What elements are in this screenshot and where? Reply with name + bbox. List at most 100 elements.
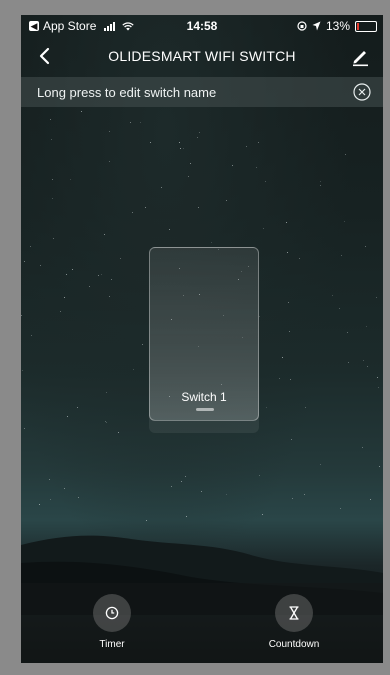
star bbox=[24, 427, 26, 429]
battery-icon bbox=[355, 20, 377, 32]
bottom-action-bar: Timer Countdown bbox=[21, 583, 383, 663]
star bbox=[286, 251, 288, 253]
chevron-left-icon[interactable] bbox=[35, 45, 57, 67]
star bbox=[179, 147, 181, 149]
countdown-icon-circle bbox=[275, 594, 313, 632]
star bbox=[304, 494, 306, 496]
star bbox=[64, 487, 66, 489]
star bbox=[264, 180, 266, 182]
star bbox=[185, 476, 187, 478]
star bbox=[180, 480, 182, 482]
star bbox=[141, 343, 143, 345]
star bbox=[130, 122, 132, 124]
star bbox=[362, 360, 364, 362]
star bbox=[161, 187, 163, 189]
switch-1-toggle[interactable]: Switch 1 bbox=[149, 247, 259, 421]
star bbox=[101, 273, 103, 275]
star bbox=[347, 361, 349, 363]
star bbox=[111, 278, 113, 280]
star bbox=[171, 485, 173, 487]
star bbox=[108, 131, 110, 133]
star bbox=[50, 138, 52, 140]
status-bar: ◀ App Store 14:58 13% bbox=[21, 15, 383, 37]
star bbox=[340, 508, 342, 510]
star bbox=[103, 234, 105, 236]
star bbox=[288, 331, 290, 333]
star bbox=[319, 184, 321, 186]
star bbox=[210, 242, 212, 244]
clock-icon bbox=[105, 606, 119, 620]
star bbox=[364, 246, 366, 248]
location-arrow-icon bbox=[312, 21, 321, 31]
star bbox=[377, 376, 379, 378]
star bbox=[379, 466, 381, 468]
star bbox=[52, 238, 54, 240]
star bbox=[145, 207, 147, 209]
star bbox=[377, 386, 379, 388]
star bbox=[81, 111, 83, 113]
star bbox=[347, 331, 349, 333]
star bbox=[290, 378, 292, 380]
battery-percent: 13% bbox=[325, 19, 350, 33]
star bbox=[23, 261, 25, 263]
star bbox=[118, 431, 120, 433]
countdown-label: Countdown bbox=[268, 639, 320, 650]
star bbox=[78, 496, 80, 498]
battery-fill bbox=[357, 22, 359, 30]
star bbox=[279, 378, 281, 380]
star bbox=[39, 264, 41, 266]
hint-banner: Long press to edit switch name bbox=[21, 77, 383, 107]
star bbox=[367, 365, 369, 367]
star bbox=[189, 162, 191, 164]
page-title: OLIDESMART WIFI SWITCH bbox=[108, 48, 296, 64]
star bbox=[89, 286, 91, 288]
star bbox=[226, 493, 228, 495]
star bbox=[49, 499, 51, 501]
star bbox=[292, 498, 294, 500]
star bbox=[98, 275, 100, 277]
star bbox=[266, 407, 268, 409]
star bbox=[287, 301, 289, 303]
close-circle-icon[interactable] bbox=[353, 83, 371, 101]
star bbox=[29, 245, 31, 247]
star bbox=[343, 221, 345, 223]
app-screen: ◀ App Store 14:58 13% OLIDESMART WIFI SW… bbox=[21, 15, 383, 663]
star bbox=[106, 422, 108, 424]
star bbox=[198, 206, 200, 208]
timer-icon-circle bbox=[93, 594, 131, 632]
star bbox=[245, 146, 247, 148]
star bbox=[31, 335, 33, 337]
star bbox=[299, 257, 301, 259]
star bbox=[120, 258, 122, 260]
star bbox=[340, 254, 342, 256]
timer-button[interactable]: Timer bbox=[67, 594, 157, 650]
star bbox=[332, 295, 333, 297]
status-bar-right: 13% bbox=[297, 19, 377, 33]
star bbox=[51, 178, 53, 180]
hint-text: Long press to edit switch name bbox=[37, 85, 217, 100]
star bbox=[70, 179, 72, 181]
switch-indicator bbox=[196, 408, 214, 411]
star bbox=[132, 368, 134, 370]
star bbox=[132, 211, 134, 213]
star bbox=[305, 407, 307, 409]
switch-label: Switch 1 bbox=[181, 390, 227, 404]
countdown-button[interactable]: Countdown bbox=[249, 594, 339, 650]
star bbox=[66, 415, 68, 417]
hourglass-icon bbox=[289, 606, 299, 620]
navigation-bar: OLIDESMART WIFI SWITCH bbox=[21, 41, 383, 71]
star bbox=[231, 165, 233, 167]
star bbox=[52, 198, 53, 200]
star bbox=[361, 447, 363, 449]
star bbox=[262, 227, 264, 229]
star bbox=[369, 499, 371, 501]
star bbox=[21, 314, 23, 316]
star bbox=[64, 296, 66, 298]
star bbox=[71, 268, 73, 270]
star bbox=[291, 438, 293, 440]
star bbox=[286, 222, 288, 224]
star bbox=[140, 121, 141, 123]
pencil-icon[interactable] bbox=[349, 45, 371, 67]
star bbox=[256, 167, 258, 169]
star bbox=[22, 370, 24, 372]
